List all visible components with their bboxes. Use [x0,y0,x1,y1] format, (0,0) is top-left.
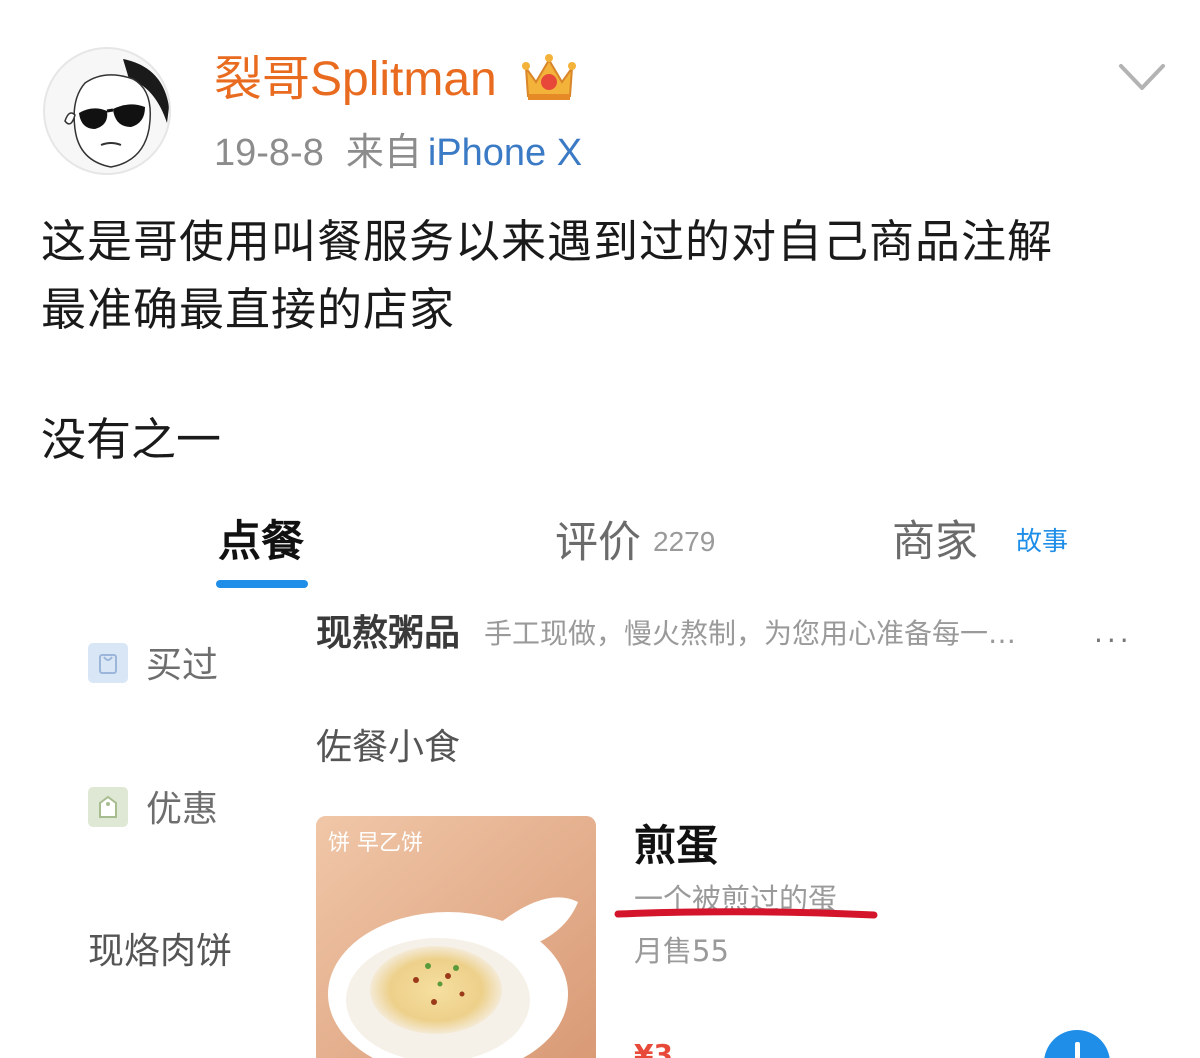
device-link[interactable]: iPhone X [428,132,582,174]
post-body: 这是哥使用叫餐服务以来遇到过的对自己商品注解 最准确最直接的店家 [41,208,1161,344]
item-price: ¥3 [634,1038,673,1058]
crown-icon [522,54,576,100]
post-meta: 19-8-8 来自 iPhone X [214,126,582,179]
tab-active-indicator [216,580,308,588]
category-description: 手工现做，慢火熬制，为您用心准备每一… [484,617,1017,650]
sidebar-item-discount[interactable]: 优惠 [88,780,218,832]
post-text-line: 最准确最直接的店家 [41,283,456,336]
from-label: 来自 [345,130,422,174]
food-image[interactable]: 饼 早乙饼 [316,816,596,1058]
more-icon[interactable]: ··· [1094,624,1133,657]
category-title: 现熬粥品 [316,613,461,654]
category-title: 佐餐小食 [316,727,461,768]
food-image-logo: 饼 早乙饼 [328,831,423,856]
post-text-line: 没有之一 [41,413,222,466]
item-sales: 月售55 [634,934,729,968]
tab-reviews-label: 评价 [555,518,641,568]
post-date: 19-8-8 [214,132,324,174]
avatar-illustration [64,59,169,173]
chevron-down-icon[interactable] [1117,60,1167,94]
add-button[interactable] [1044,1030,1110,1058]
item-name[interactable]: 煎蛋 [634,812,718,873]
sidebar-item-label: 优惠 [146,789,219,830]
merchant-story-badge: 故事 [1016,527,1069,557]
tab-merchant[interactable]: 商家 故事 [892,512,1068,572]
sidebar-item-bought[interactable]: 买过 [88,636,218,688]
post-text-line: 这是哥使用叫餐服务以来遇到过的对自己商品注解 [41,215,1054,268]
tab-order[interactable]: 点餐 [218,512,304,572]
fried-egg-photo: 饼 早乙饼 [316,816,596,1058]
tab-reviews[interactable]: 评价 2279 [555,512,715,573]
bag-icon [88,643,128,683]
tab-merchant-label: 商家 [892,517,978,567]
avatar[interactable] [43,47,171,175]
sidebar-item-label: 买过 [146,645,219,686]
username[interactable]: 裂哥Splitman [214,50,497,110]
red-underline-annotation [614,908,878,919]
reviews-count: 2279 [653,526,716,557]
sidebar-item-patty[interactable]: 现烙肉饼 [88,922,232,974]
tag-icon [88,787,128,827]
